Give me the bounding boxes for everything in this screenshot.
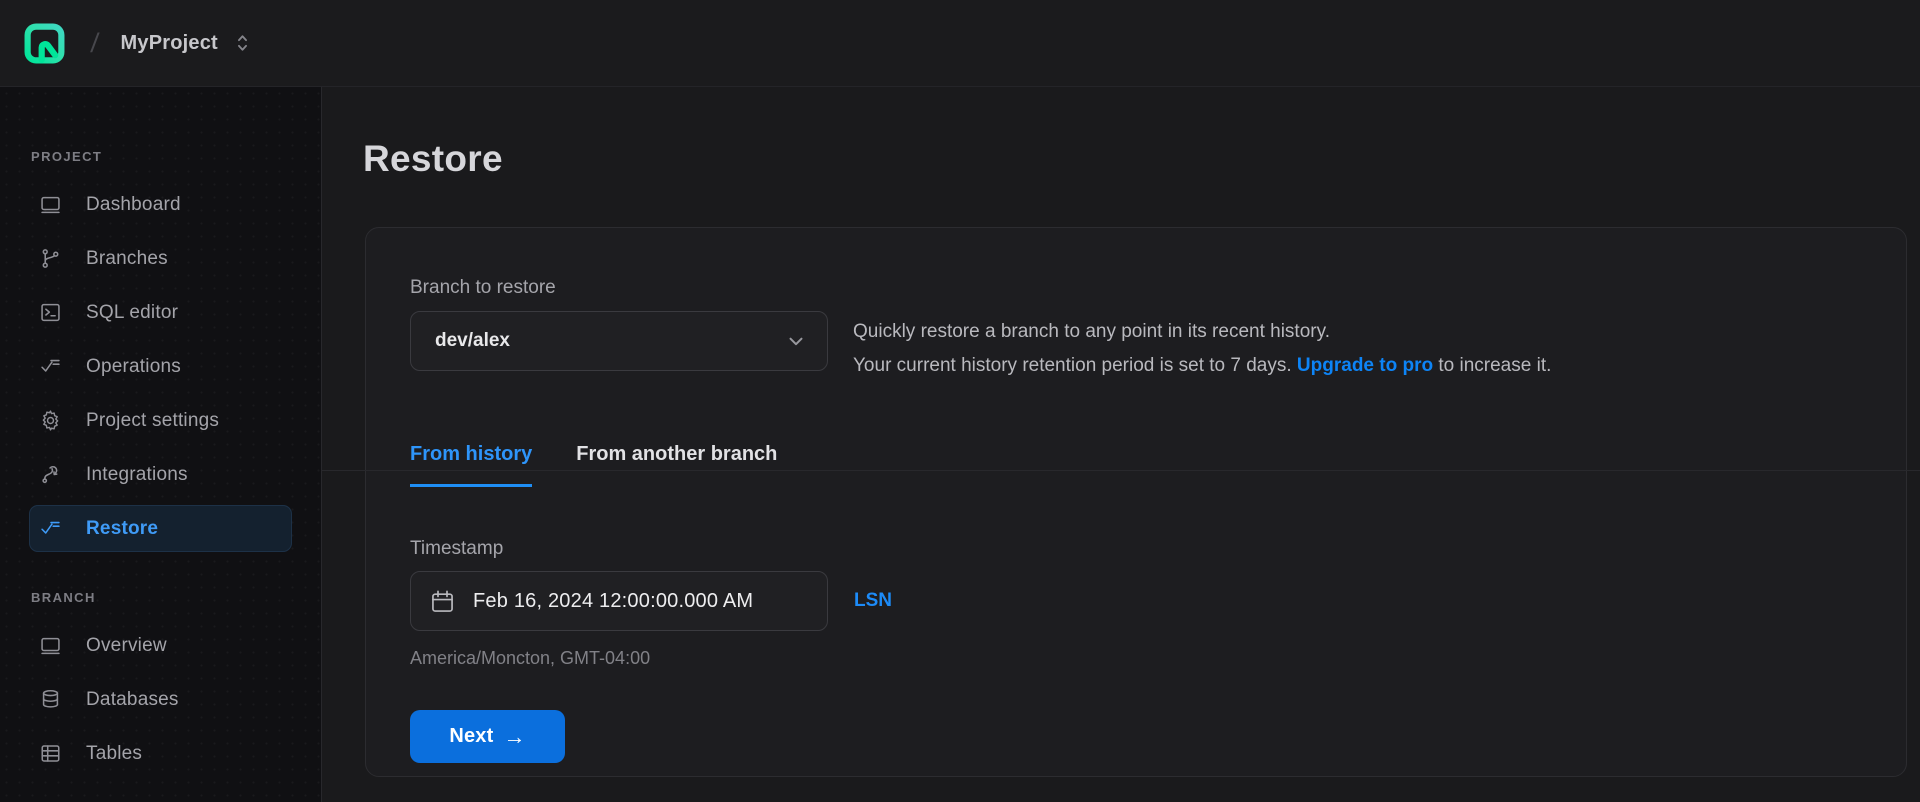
timestamp-value: Feb 16, 2024 12:00:00.000 AM xyxy=(473,589,754,612)
sidebar-item-branches[interactable]: Branches xyxy=(29,235,292,282)
branch-select-value: dev/alex xyxy=(435,330,510,351)
timestamp-input-row: Feb 16, 2024 12:00:00.000 AM LSN xyxy=(410,571,1862,631)
git-branch-icon xyxy=(39,247,62,270)
restore-tabs: From history From another branch xyxy=(410,443,1862,487)
sidebar-item-databases[interactable]: Databases xyxy=(29,676,292,723)
neon-logo-icon[interactable] xyxy=(22,21,67,66)
branch-select-row: dev/alex Quickly restore a branch to any… xyxy=(410,311,1862,383)
dashboard-icon xyxy=(39,193,62,216)
sidebar-section-branch: BRANCH xyxy=(31,590,96,605)
sidebar-item-label: Tables xyxy=(86,742,143,764)
restore-description-line1: Quickly restore a branch to any point in… xyxy=(853,321,1330,342)
sidebar-item-label: SQL editor xyxy=(86,301,179,323)
timestamp-input[interactable]: Feb 16, 2024 12:00:00.000 AM xyxy=(410,571,828,631)
sidebar-item-overview[interactable]: Overview xyxy=(29,622,292,669)
sidebar-item-dashboard[interactable]: Dashboard xyxy=(29,181,292,228)
chevron-updown-icon xyxy=(234,32,251,54)
next-button-label: Next xyxy=(449,725,494,747)
lsn-link[interactable]: LSN xyxy=(854,590,892,612)
sidebar-item-integrations[interactable]: Integrations xyxy=(29,451,292,498)
page-title: Restore xyxy=(363,138,503,179)
check-list-icon xyxy=(39,355,62,378)
branch-select[interactable]: dev/alex xyxy=(410,311,828,371)
retention-text-suffix: to increase it. xyxy=(1433,355,1552,376)
integrations-icon xyxy=(39,463,62,486)
tabs-divider xyxy=(322,470,1920,471)
sidebar-item-label: Dashboard xyxy=(86,193,181,215)
sidebar-branch-nav: Overview Databases Tables xyxy=(29,622,292,802)
sidebar-item-sql-editor[interactable]: SQL editor xyxy=(29,289,292,336)
sidebar-item-project-settings[interactable]: Project settings xyxy=(29,397,292,444)
timestamp-label: Timestamp xyxy=(410,538,504,559)
sidebar-item-operations[interactable]: Operations xyxy=(29,343,292,390)
restore-card: Branch to restore dev/alex Quickly resto… xyxy=(365,227,1907,777)
tab-from-another-branch[interactable]: From another branch xyxy=(576,443,777,487)
sidebar: PROJECT Dashboard Branches SQL editor Op… xyxy=(0,87,322,802)
calendar-icon xyxy=(429,588,456,615)
next-button[interactable]: Next → xyxy=(410,710,565,763)
sidebar-item-label: Branches xyxy=(86,247,168,269)
table-icon xyxy=(39,742,62,765)
sidebar-item-label: Overview xyxy=(86,634,167,656)
timezone-text: America/Moncton, GMT-04:00 xyxy=(410,648,651,668)
project-name: MyProject xyxy=(120,31,218,54)
app-window: / MyProject PROJECT Dashboard Branches S… xyxy=(0,0,1920,802)
restore-description: Quickly restore a branch to any point in… xyxy=(853,311,1551,383)
timestamp-block: Timestamp Feb 16, 2024 12:00:00.000 AM L… xyxy=(410,538,1862,669)
project-switcher[interactable]: MyProject xyxy=(121,32,251,55)
arrow-right-icon: → xyxy=(503,723,526,749)
sidebar-project-nav: Dashboard Branches SQL editor Operations… xyxy=(29,181,292,552)
sidebar-item-restore[interactable]: Restore xyxy=(29,505,292,552)
gear-icon xyxy=(39,409,62,432)
upgrade-to-pro-link[interactable]: Upgrade to pro xyxy=(1297,355,1433,376)
sidebar-item-label: Restore xyxy=(86,517,159,539)
branch-select-label: Branch to restore xyxy=(410,277,556,298)
retention-text: Your current history retention period is… xyxy=(853,355,1297,376)
breadcrumb-slash-icon: / xyxy=(89,27,101,58)
sidebar-section-project: PROJECT xyxy=(31,149,103,164)
terminal-icon xyxy=(39,301,62,324)
sidebar-item-label: Operations xyxy=(86,355,181,377)
sidebar-item-label: Project settings xyxy=(86,409,220,431)
main-content: Restore Branch to restore dev/alex Quick… xyxy=(322,87,1920,802)
tab-from-history[interactable]: From history xyxy=(410,443,533,487)
sidebar-item-tables[interactable]: Tables xyxy=(29,730,292,777)
chevron-down-icon xyxy=(785,330,807,352)
database-icon xyxy=(39,688,62,711)
sidebar-item-label: Databases xyxy=(86,688,179,710)
topbar: / MyProject xyxy=(0,0,1920,87)
browser-icon xyxy=(39,634,62,657)
sidebar-item-label: Integrations xyxy=(86,463,188,485)
restore-description-line2: Your current history retention period is… xyxy=(853,349,1551,383)
restore-icon xyxy=(39,517,62,540)
